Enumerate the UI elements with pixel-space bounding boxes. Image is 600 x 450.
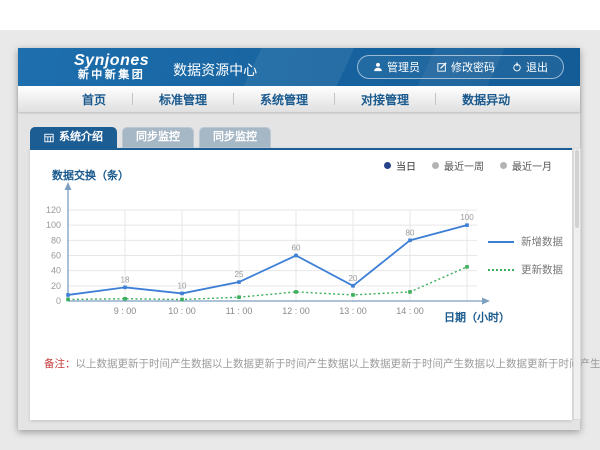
radio-dot (432, 162, 439, 169)
nav-item-standard-mgmt[interactable]: 标准管理 (133, 91, 233, 108)
scrollbar-thumb[interactable] (575, 150, 579, 228)
svg-text:40: 40 (51, 266, 61, 276)
tab-sync-monitor-1[interactable]: 同步监控 (122, 127, 194, 148)
svg-text:10: 10 (178, 281, 187, 290)
content-panel: 当日 最近一周 最近一月 数据交换（条） 0204060801001209 : … (30, 148, 572, 420)
svg-text:14 : 00: 14 : 00 (396, 306, 424, 316)
grid-icon (44, 133, 54, 143)
app-header: Synjones 新中新集团 数据资源中心 管理员 修改密码 退出 (18, 48, 580, 86)
radio-dot (384, 162, 391, 169)
radio-last-week[interactable]: 最近一周 (432, 158, 484, 173)
svg-text:20: 20 (51, 281, 61, 291)
svg-text:20: 20 (349, 274, 358, 283)
nav-item-interface-mgmt[interactable]: 对接管理 (335, 91, 435, 108)
tab-sync-monitor-2[interactable]: 同步监控 (199, 127, 271, 148)
current-user-button[interactable]: 管理员 (373, 59, 420, 75)
svg-text:80: 80 (51, 235, 61, 245)
svg-text:80: 80 (406, 228, 415, 237)
change-password-button[interactable]: 修改密码 (437, 59, 495, 75)
radio-label: 最近一周 (444, 158, 484, 173)
svg-text:13 : 00: 13 : 00 (339, 306, 367, 316)
logo-wordmark: Synjones (74, 53, 149, 70)
svg-text:60: 60 (292, 244, 301, 253)
line-swatch-solid-icon (488, 241, 514, 243)
line-swatch-dotted-icon (488, 269, 514, 271)
tab-label: 同步监控 (213, 127, 257, 148)
company-logo: Synjones 新中新集团 (74, 53, 149, 81)
chart-legend: 新增数据 更新数据 (488, 234, 563, 277)
app-window: Synjones 新中新集团 数据资源中心 管理员 修改密码 退出 首页 标准管… (18, 48, 580, 430)
nav-item-system-mgmt[interactable]: 系统管理 (234, 91, 334, 108)
page-title: 数据资源中心 (173, 60, 257, 80)
edit-square-icon (437, 62, 447, 72)
logout-label: 退出 (526, 59, 548, 75)
radio-label: 当日 (396, 158, 416, 173)
svg-text:9 : 00: 9 : 00 (114, 306, 137, 316)
legend-item-update-data[interactable]: 更新数据 (488, 262, 563, 277)
nav-item-home[interactable]: 首页 (56, 91, 132, 108)
legend-label: 更新数据 (521, 262, 563, 277)
svg-text:12 : 00: 12 : 00 (282, 306, 310, 316)
svg-text:100: 100 (46, 220, 61, 230)
time-range-filter: 当日 最近一周 最近一月 (384, 158, 552, 173)
person-icon (373, 62, 383, 72)
radio-label: 最近一月 (512, 158, 552, 173)
note-prefix: 备注： (44, 358, 76, 370)
note-text: 以上数据更新于时间产生数据以上数据更新于时间产生数据以上数据更新于时间产生数据以… (76, 358, 600, 370)
change-password-label: 修改密码 (451, 59, 495, 75)
svg-text:25: 25 (235, 270, 244, 279)
tab-label: 系统介绍 (59, 127, 103, 148)
tab-bar: 系统介绍 同步监控 同步监控 (30, 127, 271, 148)
legend-label: 新增数据 (521, 234, 563, 249)
x-axis-title: 日期（小时） (444, 309, 510, 325)
svg-text:10 : 00: 10 : 00 (168, 306, 196, 316)
svg-text:60: 60 (51, 251, 61, 261)
nav-item-data-change[interactable]: 数据异动 (436, 91, 536, 108)
svg-text:120: 120 (46, 205, 61, 215)
svg-text:18: 18 (121, 275, 130, 284)
svg-text:0: 0 (56, 296, 61, 306)
svg-text:100: 100 (460, 213, 474, 222)
power-icon (512, 62, 522, 72)
radio-last-month[interactable]: 最近一月 (500, 158, 552, 173)
current-user-label: 管理员 (387, 59, 420, 75)
vertical-scrollbar[interactable] (573, 148, 581, 420)
radio-today[interactable]: 当日 (384, 158, 416, 173)
radio-dot (500, 162, 507, 169)
tab-label: 同步监控 (136, 127, 180, 148)
legend-item-new-data[interactable]: 新增数据 (488, 234, 563, 249)
logout-button[interactable]: 退出 (512, 59, 548, 75)
footer-note: 备注：以上数据更新于时间产生数据以上数据更新于时间产生数据以上数据更新于时间产生… (30, 356, 572, 371)
main-nav: 首页 标准管理 系统管理 对接管理 数据异动 (18, 86, 580, 112)
svg-text:11 : 00: 11 : 00 (226, 306, 253, 316)
tab-system-intro[interactable]: 系统介绍 (30, 127, 117, 148)
line-chart: 0 20 40 60 80 100 120 9 : 00 10 : 00 11 : 00 12 : … (38, 174, 508, 334)
logo-company-name: 新中新集团 (78, 70, 146, 82)
user-toolbar: 管理员 修改密码 退出 (357, 55, 564, 79)
